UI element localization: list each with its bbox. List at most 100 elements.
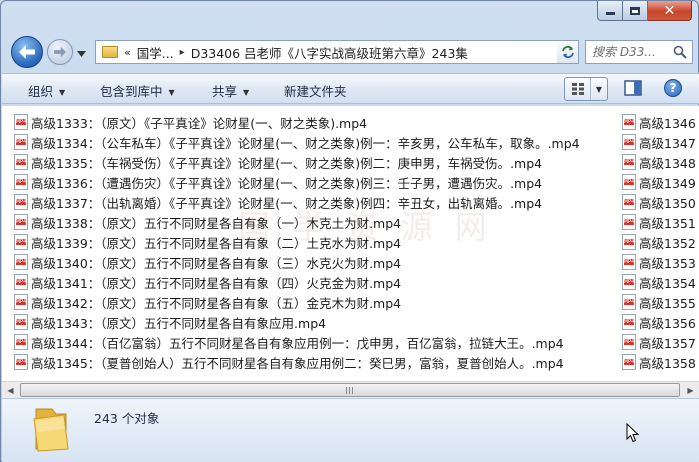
file-item[interactable]: 高级1351: [622, 212, 696, 232]
scroll-right-icon[interactable]: ▶: [682, 382, 699, 398]
file-item[interactable]: 高级1353: [622, 252, 696, 272]
share-menu[interactable]: 共享 ▼: [212, 81, 249, 100]
search-input[interactable]: [592, 45, 676, 59]
back-button[interactable]: [11, 36, 43, 68]
file-name: 高级1346: [639, 115, 696, 131]
file-item[interactable]: 高级1357: [622, 332, 696, 352]
maximize-icon: [630, 6, 640, 15]
mp4-file-icon: [14, 314, 28, 330]
file-item[interactable]: 高级1343：（原文）五行不同财星各自有象应用.mp4: [14, 312, 326, 332]
file-item[interactable]: 高级1352: [622, 232, 696, 252]
file-item[interactable]: 高级1347: [622, 132, 696, 152]
file-name: 高级1347: [639, 135, 696, 151]
new-folder-label: 新建文件夹: [284, 84, 347, 99]
scrollbar-thumb[interactable]: [20, 383, 680, 397]
file-item[interactable]: 高级1350: [622, 192, 696, 212]
folder-icon: [102, 46, 118, 58]
file-item[interactable]: 高级1340：（原文）五行不同财星各自有象（三）水克火为财.mp4: [14, 252, 401, 272]
mp4-file-icon: [622, 174, 636, 190]
horizontal-scrollbar[interactable]: ◀ ▶: [2, 381, 699, 398]
change-view-button[interactable]: ▼: [564, 77, 608, 101]
file-item[interactable]: 高级1334：（公车私车）《子平真诠》论财星(一、财之类象)例一：辛亥男，公车私…: [14, 132, 580, 152]
file-name: 高级1352: [639, 235, 696, 251]
scroll-left-icon[interactable]: ◀: [2, 382, 19, 398]
forward-arrow-icon: [54, 46, 66, 58]
refresh-button[interactable]: [557, 40, 579, 64]
path-overflow-chevron[interactable]: «: [124, 46, 131, 59]
mp4-file-icon: [622, 274, 636, 290]
help-icon[interactable]: ?: [664, 79, 682, 97]
preview-pane-button[interactable]: [624, 80, 642, 99]
file-name: 高级1349: [639, 175, 696, 191]
mp4-file-icon: [14, 234, 28, 250]
chevron-down-icon: ▼: [168, 88, 175, 97]
file-name: 高级1358: [639, 355, 696, 371]
explorer-window: ✕ « 国学... ▸ D33406 吕老师《八字实战高级班第六章》243集 搜…: [0, 0, 699, 462]
file-name: 高级1335：（车祸受伤）《子平真诠》论财星(一、财之类象)例二：庚申男，车祸受…: [31, 155, 543, 171]
include-in-library-menu[interactable]: 包含到库中 ▼: [100, 81, 175, 100]
breadcrumb-segment-parent[interactable]: 国学...: [137, 43, 174, 62]
organize-menu[interactable]: 组织 ▼: [28, 81, 65, 100]
file-name: 高级1348: [639, 155, 696, 171]
file-name: 高级1345：（夏普创始人）五行不同财星各自有象应用例二：癸巳男，富翁，夏普创始…: [31, 355, 564, 371]
mp4-file-icon: [14, 174, 28, 190]
file-item[interactable]: 高级1344：（百亿富翁）五行不同财星各自有象应用例一：戊申男，百亿富翁，拉链大…: [14, 332, 564, 352]
minimize-button[interactable]: [597, 1, 623, 21]
share-label: 共享: [212, 84, 238, 99]
close-button[interactable]: ✕: [648, 1, 692, 21]
file-name: 高级1355: [639, 295, 696, 311]
close-icon: ✕: [663, 2, 676, 19]
file-name: 高级1333：（原文）《子平真诠》论财星(一、财之类象).mp4: [31, 115, 368, 131]
file-name: 高级1344：（百亿富翁）五行不同财星各自有象应用例一：戊申男，百亿富翁，拉链大…: [31, 335, 564, 351]
file-name: 高级1342：（原文）五行不同财星各自有象（五）金克木为财.mp4: [31, 295, 402, 311]
item-count: 243 个对象: [94, 411, 160, 426]
file-name: 高级1334：（公车私车）《子平真诠》论财星(一、财之类象)例一：辛亥男，公车私…: [31, 135, 580, 151]
mp4-file-icon: [622, 214, 636, 230]
mp4-file-icon: [14, 354, 28, 370]
maximize-button[interactable]: [623, 1, 648, 21]
file-name: 高级1354: [639, 275, 696, 291]
recent-pages-dropdown[interactable]: [77, 46, 86, 60]
file-item[interactable]: 高级1342：（原文）五行不同财星各自有象（五）金克木为财.mp4: [14, 292, 401, 312]
file-item[interactable]: 高级1333：（原文）《子平真诠》论财星(一、财之类象).mp4: [14, 112, 367, 132]
file-item[interactable]: 高级1345：（夏普创始人）五行不同财星各自有象应用例二：癸巳男，富翁，夏普创始…: [14, 352, 564, 372]
minimize-icon: [605, 12, 615, 15]
file-item[interactable]: 高级1356: [622, 312, 696, 332]
file-item[interactable]: 高级1336：（遭遇伤灾）《子平真诠》论财星(一、财之类象)例三：壬子男，遭遇伤…: [14, 172, 542, 192]
file-item[interactable]: 高级1354: [622, 272, 696, 292]
search-icon[interactable]: [673, 45, 687, 59]
mp4-file-icon: [622, 314, 636, 330]
breadcrumb-segment-current[interactable]: D33406 吕老师《八字实战高级班第六章》243集: [191, 43, 468, 62]
forward-button[interactable]: [47, 39, 73, 65]
file-name: 高级1350: [639, 195, 696, 211]
mp4-file-icon: [14, 134, 28, 150]
mp4-file-icon: [14, 194, 28, 210]
mp4-file-icon: [622, 194, 636, 210]
search-box[interactable]: [585, 40, 693, 64]
caption-buttons: ✕: [597, 1, 692, 21]
mp4-file-icon: [622, 254, 636, 270]
folder-icon: [33, 408, 69, 452]
file-item[interactable]: 高级1349: [622, 172, 696, 192]
address-bar[interactable]: « 国学... ▸ D33406 吕老师《八字实战高级班第六章》243集: [95, 40, 579, 64]
file-name: 高级1353: [639, 255, 696, 271]
new-folder-button[interactable]: 新建文件夹: [284, 81, 347, 100]
mouse-cursor-icon: [626, 423, 640, 443]
breadcrumb-arrow-icon[interactable]: ▸: [180, 47, 185, 58]
file-item[interactable]: 高级1355: [622, 292, 696, 312]
file-name: 高级1336：（遭遇伤灾）《子平真诠》论财星(一、财之类象)例三：壬子男，遭遇伤…: [31, 175, 543, 191]
mp4-file-icon: [622, 334, 636, 350]
file-name: 高级1357: [639, 335, 696, 351]
file-item[interactable]: 高级1341：（原文）五行不同财星各自有象（四）火克金为财.mp4: [14, 272, 401, 292]
file-item[interactable]: 高级1348: [622, 152, 696, 172]
chevron-down-icon[interactable]: ▼: [591, 85, 607, 94]
refresh-icon: [561, 46, 574, 58]
file-item[interactable]: 高级1346: [622, 112, 696, 132]
mp4-file-icon: [14, 274, 28, 290]
mp4-file-icon: [14, 294, 28, 310]
file-item[interactable]: 高级1335：（车祸受伤）《子平真诠》论财星(一、财之类象)例二：庚申男，车祸受…: [14, 152, 542, 172]
file-item[interactable]: 高级1358: [622, 352, 696, 372]
mp4-file-icon: [622, 114, 636, 130]
file-name: 高级1343：（原文）五行不同财星各自有象应用.mp4: [31, 315, 327, 331]
include-in-library-label: 包含到库中: [100, 84, 163, 99]
